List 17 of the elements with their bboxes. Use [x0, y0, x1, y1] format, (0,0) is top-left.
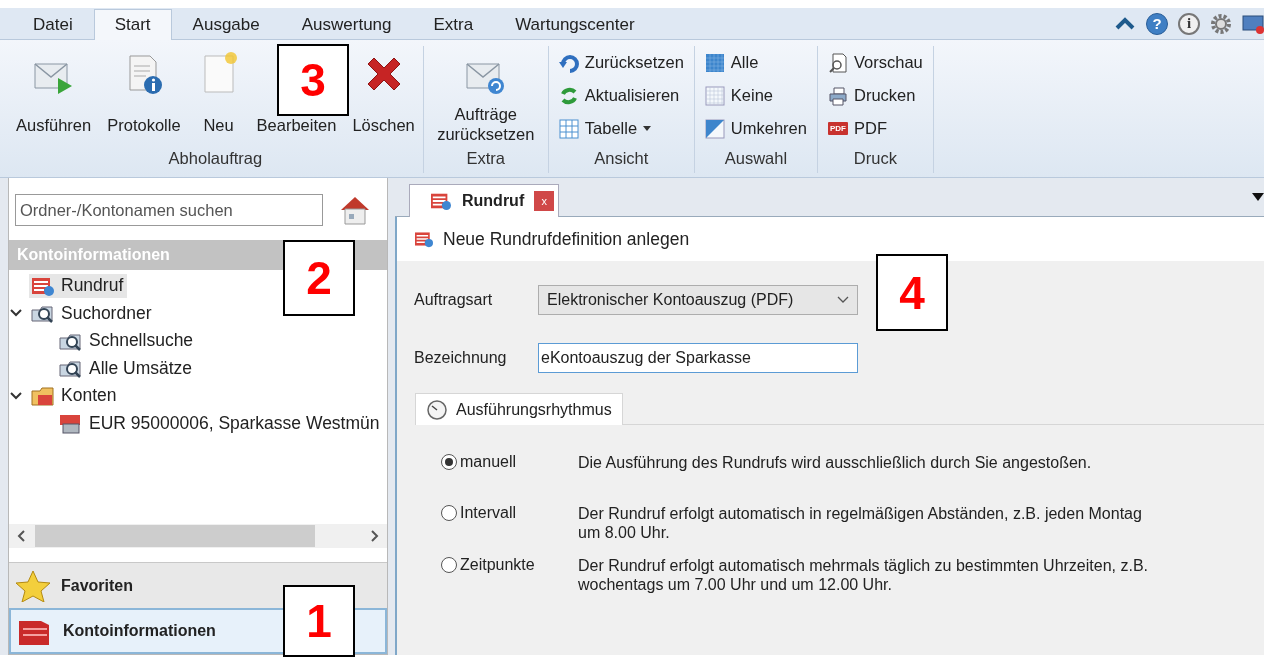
field-label: Auftragsart [414, 291, 494, 309]
group-label: Abholauftrag [167, 149, 264, 169]
tab-label: Rundruf [462, 192, 525, 210]
callout-tooltip: 1 [283, 585, 355, 657]
field-label: Bezeichnung [414, 349, 508, 367]
group-label: Ansicht [593, 149, 650, 169]
option-description: Die Ausführung des Rundrufs wird ausschließlich durch Sie angestoßen. [578, 453, 1093, 472]
group-label: Druck [852, 149, 898, 169]
form-title: Neue Rundrufdefinition anlegen [443, 228, 690, 250]
option-description: Der Rundruf erfolgt automatisch mehrmals täglich zu bestimmten Uhrzeiten, z.B. wochentags um 7.00 Uhr und um 12.00 Uhr. [578, 556, 1149, 594]
option-description: Der Rundruf erfolgt automatisch in regelmäßigen Abständen, z.B. jeden Montag um 8.00 Uhr. [578, 504, 1143, 542]
group-label: Extra [465, 149, 507, 169]
callout-tooltip: 4 [876, 254, 948, 331]
pdf-badge: PDF [827, 122, 848, 135]
callout-tooltip: 3 [277, 44, 349, 116]
callout-tooltip: 2 [283, 240, 355, 316]
group-label: Auswahl [723, 149, 789, 169]
